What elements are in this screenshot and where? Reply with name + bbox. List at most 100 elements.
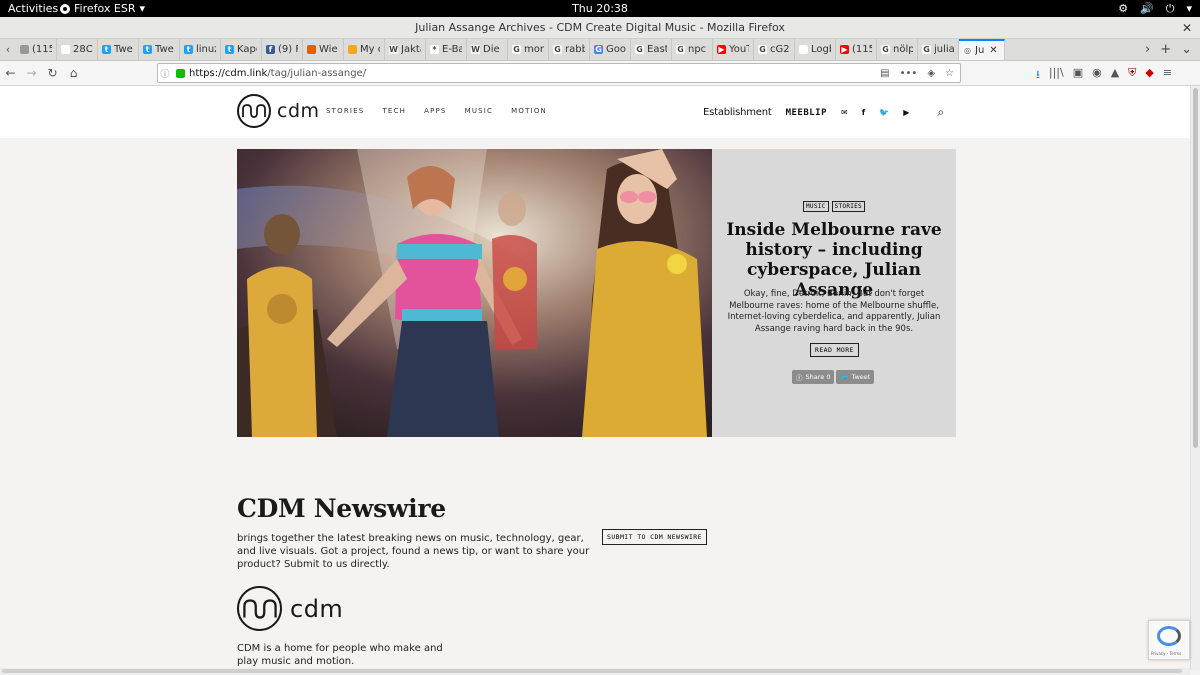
tab-label: Twe xyxy=(114,44,133,55)
post-tags: MUSIC STORIES xyxy=(712,201,956,212)
extension-icon[interactable]: ◆ xyxy=(1145,66,1153,85)
tab-label: Goog xyxy=(606,44,626,55)
tag-stories[interactable]: STORIES xyxy=(831,201,865,212)
nav-item-music[interactable]: MUSIC xyxy=(465,107,494,115)
browser-tab[interactable]: Gmont xyxy=(508,39,549,60)
browser-tab[interactable]: 28C3: K xyxy=(57,39,98,60)
browser-tab[interactable]: t Twe xyxy=(139,39,180,60)
tab-label: My c xyxy=(360,44,380,55)
submit-newswire-button[interactable]: SUBMIT TO CDM NEWSWIRE xyxy=(602,529,707,545)
tab-label: Twe xyxy=(155,44,174,55)
reload-button[interactable]: ↻ xyxy=(42,66,63,80)
tag-music[interactable]: MUSIC xyxy=(803,201,829,212)
cdm-wave-icon xyxy=(242,104,266,118)
browser-tab[interactable]: ◎ Ju ✕ xyxy=(959,39,1005,60)
browser-tab[interactable]: Gnpc t xyxy=(672,39,713,60)
tab-close-button[interactable]: ✕ xyxy=(989,45,997,56)
system-tray[interactable]: ⚙ 🔊 ⏻ ▾ xyxy=(1118,2,1192,16)
recaptcha-badge[interactable]: Privacy - Terms xyxy=(1148,620,1190,660)
account-icon[interactable]: ◉ xyxy=(1092,66,1102,85)
recaptcha-text: Privacy - Terms xyxy=(1151,651,1182,656)
mail-icon[interactable]: ✉ xyxy=(841,108,848,117)
tabs: (115228C3: KtTwetTwetlinuztKapof(9) FWie… xyxy=(16,39,1005,60)
site-logo[interactable]: cdm xyxy=(237,94,320,128)
browser-tab[interactable]: GcG2F xyxy=(754,39,795,60)
browser-tab[interactable]: Wie xyxy=(303,39,344,60)
nav-item-tech[interactable]: TECH xyxy=(382,107,406,115)
nav-item-stories[interactable]: STORIES xyxy=(326,107,364,115)
browser-tab[interactable]: t Twe xyxy=(98,39,139,60)
tab-label: julian xyxy=(934,44,954,55)
site-header: cdm STORIES TECH APPS MUSIC MOTION Estab… xyxy=(0,86,1190,138)
tab-favicon-icon: t xyxy=(143,45,152,54)
youtube-icon[interactable]: ▶ xyxy=(903,108,909,117)
tab-favicon-icon xyxy=(799,45,808,54)
forward-button[interactable]: → xyxy=(21,66,42,80)
system-menu-chevron-icon: ▾ xyxy=(1186,2,1192,15)
footer-description: CDM is a home for people who make and pl… xyxy=(237,643,443,667)
clock[interactable]: Thu 20:38 xyxy=(0,2,1200,15)
url-bar-actions: ▤ ••• ◈ ☆ xyxy=(880,68,954,79)
back-button[interactable]: ← xyxy=(0,66,21,80)
browser-tab[interactable]: ▶(1152 xyxy=(836,39,877,60)
download-icon[interactable]: ⭳ xyxy=(1036,66,1040,85)
browser-tab[interactable]: Gjulian xyxy=(918,39,959,60)
scrollbar-thumb[interactable] xyxy=(1193,88,1198,448)
sidebar-icon[interactable]: ▣ xyxy=(1073,66,1083,85)
browser-tab[interactable]: *E-Ba xyxy=(426,39,467,60)
browser-tab[interactable]: Logb xyxy=(795,39,836,60)
nav-item-motion[interactable]: MOTION xyxy=(511,107,547,115)
browser-tab[interactable]: GGoog xyxy=(590,39,631,60)
extension-icon[interactable]: ▲ xyxy=(1111,66,1119,85)
url-bar[interactable]: ⓘ https://cdm.link/tag/julian-assange/ ▤… xyxy=(157,63,961,83)
recaptcha-icon xyxy=(1157,626,1181,646)
tab-scroll-left-button[interactable]: ‹ xyxy=(0,39,16,60)
browser-tab[interactable]: (1152 xyxy=(16,39,57,60)
post-title[interactable]: Inside Melbourne rave history – includin… xyxy=(718,220,950,300)
library-icon[interactable]: |||\ xyxy=(1049,66,1064,85)
hamburger-menu-icon[interactable]: ≡ xyxy=(1163,66,1172,85)
url-text[interactable]: https://cdm.link/tag/julian-assange/ xyxy=(189,68,366,79)
bookmark-star-icon[interactable]: ☆ xyxy=(945,68,954,79)
nav-item-apps[interactable]: APPS xyxy=(424,107,446,115)
partner-meeblip-link[interactable]: MEEBLIP xyxy=(786,108,827,118)
browser-tab[interactable]: ▶YouT xyxy=(713,39,754,60)
browser-tab[interactable]: My c xyxy=(344,39,385,60)
reader-view-icon[interactable]: ▤ xyxy=(880,68,889,79)
tab-scroll-right-button[interactable]: › xyxy=(1145,42,1150,57)
read-more-button[interactable]: READ MORE xyxy=(810,343,859,357)
browser-tab[interactable]: Gnölpl xyxy=(877,39,918,60)
tab-label: Kapo xyxy=(237,44,257,55)
featured-post: MUSIC STORIES Inside Melbourne rave hist… xyxy=(237,149,956,437)
facebook-share-button[interactable]: ⓕ Share 0 xyxy=(792,370,835,384)
tab-label: YouT xyxy=(729,44,749,55)
tweet-button[interactable]: 🐦 Tweet xyxy=(836,370,875,384)
horizontal-scrollbar[interactable] xyxy=(0,668,1190,675)
window-close-button[interactable]: ✕ xyxy=(1182,17,1192,39)
footer-logo[interactable]: cdm xyxy=(237,586,343,631)
twitter-icon[interactable]: 🐦 xyxy=(879,108,889,117)
site-info-icon[interactable]: ⓘ xyxy=(158,67,172,80)
search-icon[interactable]: ⌕ xyxy=(937,105,944,120)
browser-tab[interactable]: tKapo xyxy=(221,39,262,60)
tab-favicon-icon xyxy=(61,45,70,54)
browser-tab[interactable]: tlinuz xyxy=(180,39,221,60)
home-button[interactable]: ⌂ xyxy=(63,66,84,80)
all-tabs-button[interactable]: ⌄ xyxy=(1181,42,1192,57)
browser-tab[interactable]: Grabbi xyxy=(549,39,590,60)
pocket-icon[interactable]: ◈ xyxy=(927,68,935,79)
facebook-icon[interactable]: f xyxy=(862,108,865,117)
page-actions-icon[interactable]: ••• xyxy=(900,68,918,79)
browser-tab[interactable]: WJakta xyxy=(385,39,426,60)
browser-tab[interactable]: WDie F xyxy=(467,39,508,60)
vertical-scrollbar[interactable] xyxy=(1190,86,1200,670)
tab-favicon-icon: W xyxy=(471,45,480,54)
ublock-icon[interactable]: ⛨ xyxy=(1128,66,1136,85)
new-tab-button[interactable]: + xyxy=(1160,42,1171,57)
hscrollbar-thumb[interactable] xyxy=(2,669,1182,673)
partner-establishment-link[interactable]: Establishment xyxy=(703,107,772,118)
featured-image[interactable] xyxy=(237,149,712,437)
browser-tab[interactable]: f(9) F xyxy=(262,39,303,60)
main-nav: STORIES TECH APPS MUSIC MOTION xyxy=(326,107,547,115)
browser-tab[interactable]: GEaste xyxy=(631,39,672,60)
